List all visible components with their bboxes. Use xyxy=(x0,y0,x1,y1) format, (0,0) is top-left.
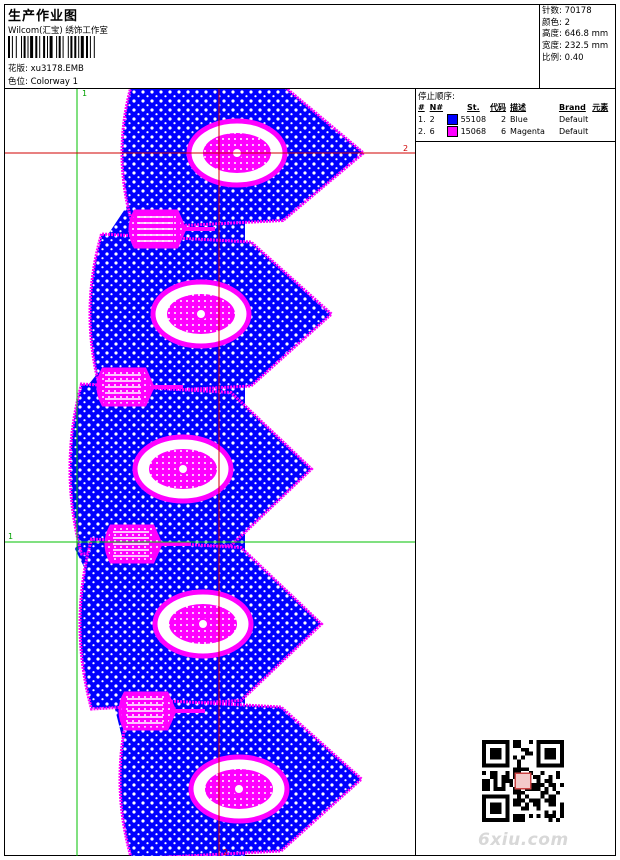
table-row: 2. 6 15068 6 Magenta Default xyxy=(418,125,589,137)
stat-scale: 比例: 0.40 xyxy=(542,52,584,63)
sheet-subtitle: Wilcom(汇宝) 绣饰工作室 xyxy=(8,26,108,36)
marker-h2: 2 xyxy=(403,144,408,153)
marker-h1: 1 xyxy=(8,532,13,541)
stats-divider xyxy=(539,4,540,88)
color-swatch-blue xyxy=(447,113,459,125)
watermark-logo: 6xiu.com xyxy=(478,830,569,850)
stop-sequence-table: # N# St. 代码 描述 Brand 元素 1. 2 55108 2 Blu… xyxy=(416,101,610,137)
stop-table-divider xyxy=(415,141,616,142)
stat-width: 宽度: 232.5 mm xyxy=(542,41,609,52)
lace-pattern xyxy=(68,89,366,856)
marker-v1: 1 xyxy=(82,89,87,98)
marker-v2: 2 xyxy=(223,848,228,856)
design-stats: 针数: 70178 颜色: 2 高度: 646.8 mm 宽度: 232.5 m… xyxy=(542,6,608,65)
design-file-value: xu3178.EMB xyxy=(30,64,84,74)
colorway-value: Colorway 1 xyxy=(30,77,79,87)
barcode xyxy=(8,36,95,58)
sheet-title: 生产作业图 xyxy=(8,9,79,24)
stat-height: 高度: 646.8 mm xyxy=(542,29,609,40)
colorway: 色位: Colorway 1 xyxy=(8,75,78,87)
color-swatch-magenta xyxy=(447,125,459,137)
table-row: 1. 2 55108 2 Blue Default xyxy=(418,113,589,125)
design-file: 花版: xu3178.EMB xyxy=(8,62,84,74)
stop-table-header: # N# St. 代码 描述 Brand 元素 xyxy=(418,102,609,112)
stat-colors: 颜色: 2 xyxy=(542,17,570,28)
embroidery-design-preview: 1 2 1 2 xyxy=(5,89,415,856)
qr-code xyxy=(482,740,564,822)
stat-stitches: 针数: 70178 xyxy=(542,6,592,16)
design-file-label: 花版: xyxy=(8,64,28,74)
colorway-label: 色位: xyxy=(8,77,28,87)
info-panel-divider xyxy=(415,88,416,856)
